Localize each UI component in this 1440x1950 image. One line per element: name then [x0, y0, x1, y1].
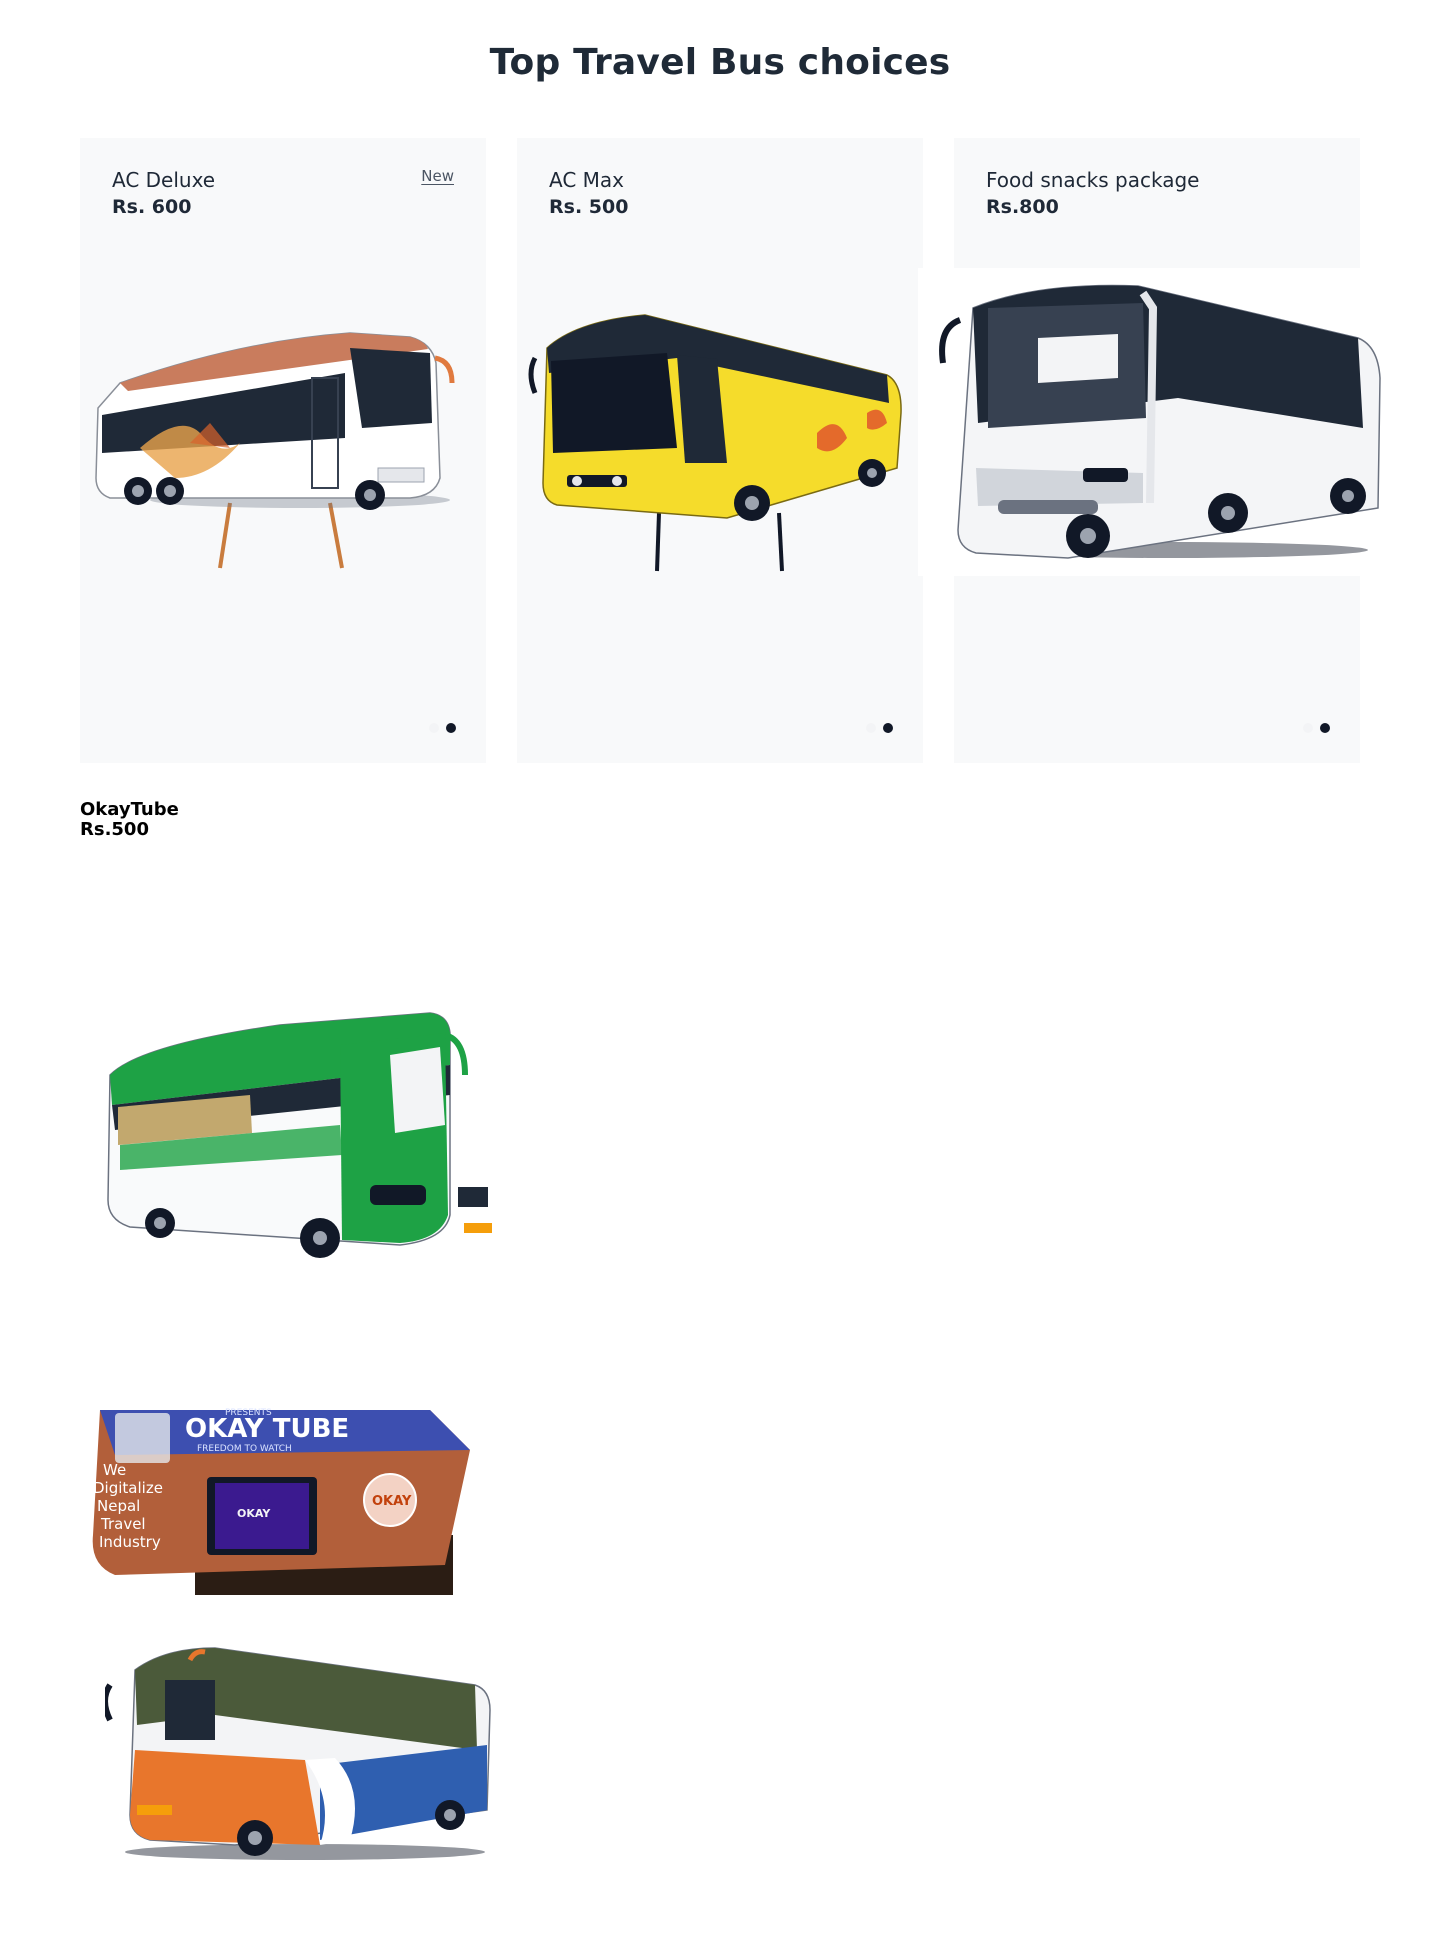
- box-screen-text: OKAY: [237, 1507, 271, 1520]
- orange-blue-bus-image: [105, 1640, 505, 1870]
- carousel-dot-1[interactable]: [1303, 723, 1313, 733]
- white-bus-image: [918, 268, 1398, 576]
- card-price: Rs.800: [986, 196, 1059, 218]
- box-badge-text: OKAY: [372, 1494, 412, 1509]
- okaytube-box-image: PRESENTS OKAY TUBE FREEDOM TO WATCH OKAY…: [85, 1395, 475, 1605]
- box-slogan-line-2: Digitalize: [93, 1479, 163, 1497]
- product-price: Rs.500: [80, 819, 149, 840]
- yellow-bus-image: [517, 263, 923, 603]
- carousel-dots: [1303, 723, 1330, 733]
- white-orange-bus-image: [80, 263, 486, 603]
- carousel-dot-1[interactable]: [429, 723, 439, 733]
- box-slogan-line-3: Nepal: [97, 1497, 140, 1515]
- card-name: AC Max: [549, 168, 624, 192]
- carousel-dot-2-active[interactable]: [883, 723, 893, 733]
- carousel-dot-1[interactable]: [866, 723, 876, 733]
- carousel-dot-2-active[interactable]: [446, 723, 456, 733]
- card-price: Rs. 500: [549, 196, 629, 218]
- product-name: OkayTube: [80, 799, 179, 820]
- product-card-ac-deluxe[interactable]: AC Deluxe Rs. 600 New: [80, 138, 486, 763]
- page-title: Top Travel Bus choices: [489, 42, 951, 83]
- box-brand-text: OKAY TUBE: [185, 1414, 349, 1444]
- new-badge-link[interactable]: New: [421, 167, 454, 185]
- green-bus-image: [100, 995, 560, 1265]
- box-slogan-line-1: We: [103, 1461, 126, 1479]
- carousel-dots: [866, 723, 893, 733]
- box-slogan-line-4: Travel: [100, 1515, 146, 1533]
- box-slogan-line-5: Industry: [99, 1533, 161, 1551]
- card-name: Food snacks package: [986, 168, 1200, 192]
- carousel-dots: [429, 723, 456, 733]
- card-price: Rs. 600: [112, 196, 192, 218]
- product-card-ac-max[interactable]: AC Max Rs. 500: [517, 138, 923, 763]
- card-name: AC Deluxe: [112, 168, 216, 192]
- box-tagline-text: FREEDOM TO WATCH: [197, 1444, 292, 1454]
- carousel-dot-2-active[interactable]: [1320, 723, 1330, 733]
